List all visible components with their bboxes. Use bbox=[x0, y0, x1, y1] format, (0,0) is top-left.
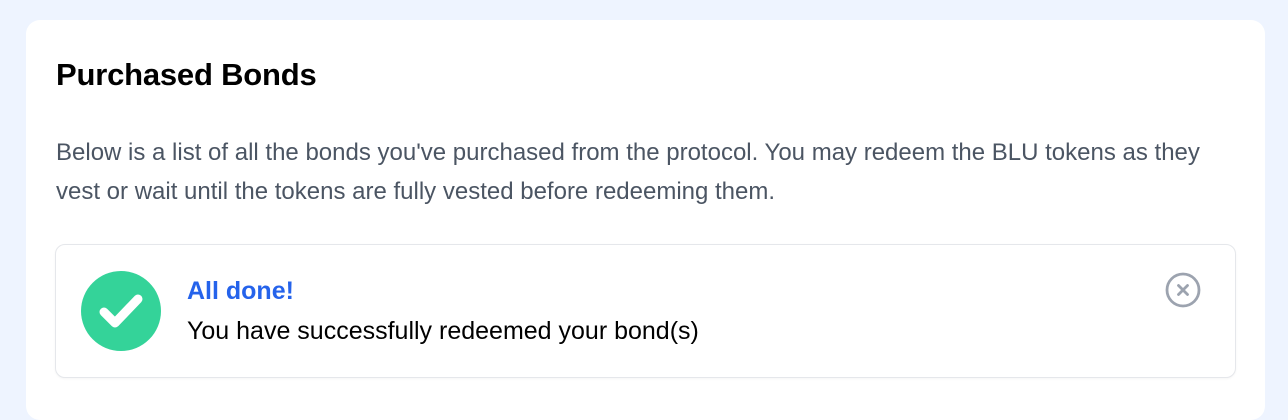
success-alert: All done! You have successfully redeemed… bbox=[55, 244, 1236, 378]
alert-title: All done! bbox=[187, 277, 294, 305]
check-circle-icon bbox=[81, 271, 161, 351]
purchased-bonds-card: Purchased Bonds Below is a list of all t… bbox=[26, 20, 1265, 420]
alert-message: You have successfully redeemed your bond… bbox=[187, 317, 699, 345]
bonds-description: Below is a list of all the bonds you've … bbox=[56, 139, 1200, 205]
close-alert-button[interactable] bbox=[1164, 271, 1202, 309]
page-title: Purchased Bonds bbox=[56, 57, 317, 92]
close-circle-icon bbox=[1165, 272, 1201, 308]
